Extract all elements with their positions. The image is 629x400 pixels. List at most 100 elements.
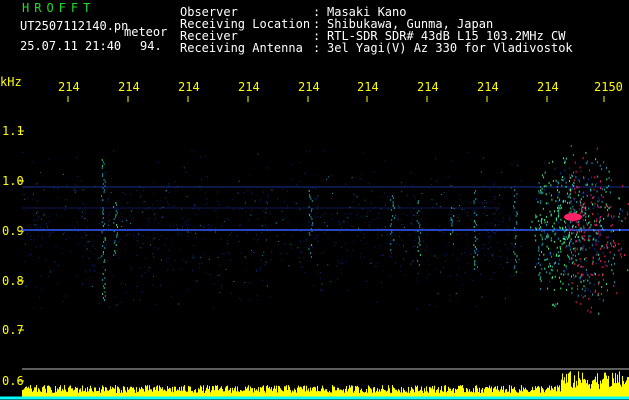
noise-pixel <box>450 217 452 219</box>
noise-pixel <box>115 210 117 212</box>
noise-pixel <box>553 253 554 256</box>
noise-pixel <box>239 225 241 227</box>
noise-pixel <box>489 189 491 191</box>
noise-pixel <box>507 225 509 227</box>
noise-pixel <box>507 248 509 250</box>
level-bar <box>516 391 517 397</box>
level-bar <box>247 387 248 397</box>
noise-pixel <box>82 211 83 213</box>
level-bar <box>296 392 297 397</box>
noise-pixel <box>140 196 142 198</box>
noise-pixel <box>440 271 441 273</box>
level-bar <box>182 390 183 397</box>
noise-pixel <box>569 242 570 245</box>
level-bar <box>466 388 467 397</box>
noise-pixel <box>228 219 229 221</box>
noise-pixel <box>612 257 614 260</box>
level-bar <box>288 385 289 397</box>
noise-pixel <box>488 260 490 262</box>
noise-pixel <box>592 260 594 263</box>
noise-pixel <box>450 185 452 187</box>
level-bar <box>262 386 263 397</box>
noise-pixel <box>85 269 87 271</box>
level-bar <box>137 392 138 397</box>
noise-pixel <box>168 183 170 185</box>
noise-pixel <box>597 230 599 233</box>
noise-pixel <box>164 244 166 246</box>
level-bar <box>127 387 128 397</box>
noise-pixel <box>206 203 208 204</box>
noise-pixel <box>390 225 392 227</box>
noise-pixel <box>103 287 105 289</box>
level-bar <box>362 391 363 397</box>
noise-pixel <box>448 242 450 244</box>
noise-pixel <box>276 235 278 237</box>
noise-pixel <box>331 219 333 221</box>
level-bar <box>31 388 32 397</box>
noise-pixel <box>490 235 492 237</box>
noise-pixel <box>96 201 98 203</box>
level-bar <box>415 385 416 397</box>
noise-pixel <box>498 213 500 215</box>
level-bar <box>509 385 510 397</box>
level-bar <box>339 389 340 397</box>
level-bar <box>597 373 598 397</box>
noise-pixel <box>580 294 582 297</box>
level-bar <box>334 386 335 397</box>
level-bar <box>620 384 621 397</box>
level-bar <box>157 385 158 397</box>
noise-pixel <box>337 260 339 262</box>
level-bar <box>435 392 436 397</box>
noise-pixel <box>558 254 560 257</box>
level-bar <box>596 382 597 397</box>
noise-pixel <box>115 252 116 254</box>
noise-pixel <box>610 179 612 182</box>
noise-pixel <box>594 223 596 226</box>
noise-pixel <box>573 274 575 277</box>
level-bar <box>132 387 133 397</box>
noise-pixel <box>474 246 476 248</box>
level-bar <box>588 384 589 397</box>
noise-pixel <box>148 267 150 269</box>
level-bar <box>173 392 174 397</box>
noise-pixel <box>473 268 475 270</box>
noise-pixel <box>268 196 269 198</box>
noise-pixel <box>244 256 246 258</box>
noise-pixel <box>514 265 516 267</box>
noise-pixel <box>601 200 603 203</box>
noise-pixel <box>571 174 573 176</box>
noise-pixel <box>108 214 110 216</box>
noise-pixel <box>592 262 593 265</box>
noise-pixel <box>548 265 550 268</box>
noise-pixel <box>565 226 566 229</box>
noise-pixel <box>568 283 570 286</box>
noise-pixel <box>33 219 35 221</box>
level-bar <box>239 392 240 397</box>
noise-pixel <box>535 197 537 200</box>
noise-pixel <box>538 224 540 226</box>
noise-pixel <box>544 171 546 174</box>
noise-pixel <box>177 232 178 234</box>
level-bar <box>298 385 299 397</box>
noise-pixel <box>392 205 394 207</box>
noise-pixel <box>315 238 317 240</box>
noise-pixel <box>152 253 154 255</box>
noise-pixel <box>542 242 544 245</box>
noise-pixel <box>577 247 578 250</box>
noise-pixel <box>600 232 602 235</box>
level-bar <box>548 387 549 397</box>
noise-pixel <box>208 258 210 260</box>
level-bar <box>519 389 520 397</box>
noise-pixel <box>25 285 27 287</box>
noise-pixel <box>473 220 475 222</box>
noise-pixel <box>588 178 589 181</box>
level-bar <box>227 385 228 397</box>
noise-pixel <box>214 227 216 229</box>
noise-pixel <box>603 217 605 220</box>
level-bar <box>523 387 524 397</box>
noise-pixel <box>140 276 142 278</box>
noise-pixel <box>459 198 461 200</box>
level-bar <box>349 385 350 397</box>
noise-pixel <box>481 296 483 298</box>
noise-pixel <box>153 193 155 195</box>
